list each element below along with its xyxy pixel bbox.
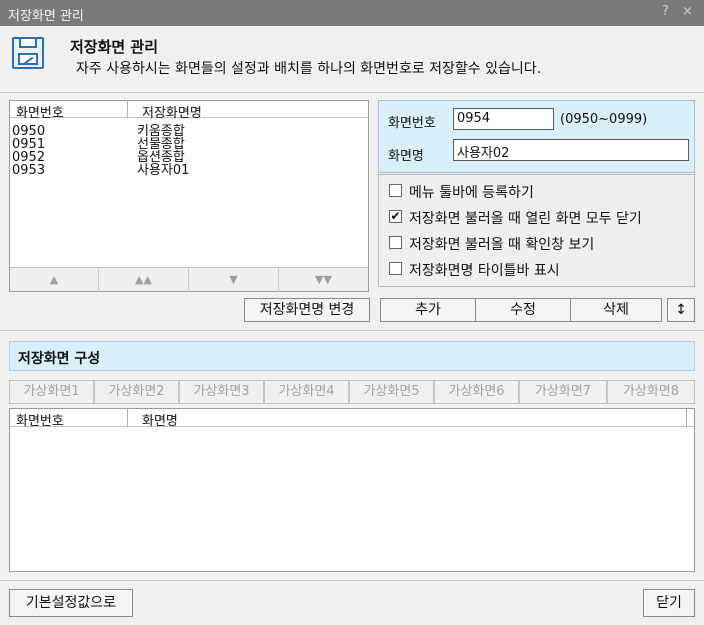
tab-virtual-screen-3[interactable]: 가상화면3 — [179, 380, 264, 404]
checkbox-checked[interactable]: ✔ — [389, 210, 402, 223]
list-item[interactable]: 0950 키움종합 — [10, 125, 368, 138]
screen-info-panel: 화면번호 0954 (0950~0999) 화면명 사용자02 — [378, 100, 695, 173]
close-icon[interactable]: × — [682, 4, 693, 19]
list-nav-bar: ▲ ▲▲ ▼ ▼▼ — [10, 267, 368, 292]
tab-virtual-screen-7[interactable]: 가상화면7 — [519, 380, 607, 404]
tab-virtual-screen-8[interactable]: 가상화면8 — [607, 380, 695, 404]
floppy-disk-icon — [12, 37, 44, 69]
move-top-button[interactable]: ▲▲ — [99, 268, 189, 292]
footer-divider — [0, 580, 704, 581]
delete-button[interactable]: 삭제 — [570, 298, 662, 322]
rename-button[interactable]: 저장화면명 변경 — [244, 298, 370, 322]
header-divider — [0, 92, 704, 93]
checkbox[interactable] — [389, 262, 402, 275]
screen-no-label: 화면번호 — [388, 116, 436, 131]
option-show-confirm[interactable]: 저장화면 불러올 때 확인창 보기 — [389, 233, 679, 253]
tab-virtual-screen-6[interactable]: 가상화면6 — [434, 380, 519, 404]
list-item-name: 사용자01 — [137, 163, 190, 178]
saved-screen-list[interactable]: 화면번호 저장화면명 0950 키움종합 0951 선물종합 0952 옵션종합… — [9, 100, 369, 292]
move-up-button[interactable]: ▲ — [10, 268, 99, 292]
options-panel: 메뉴 툴바에 등록하기 ✔ 저장화면 불러올 때 열린 화면 모두 닫기 저장화… — [378, 174, 695, 287]
move-bottom-button[interactable]: ▼▼ — [279, 268, 368, 292]
checkbox[interactable] — [389, 184, 402, 197]
tab-virtual-screen-4[interactable]: 가상화면4 — [264, 380, 349, 404]
header-title: 저장화면 관리 — [70, 38, 159, 56]
option-close-open-screens[interactable]: ✔ 저장화면 불러올 때 열린 화면 모두 닫기 — [389, 207, 679, 227]
header-description: 자주 사용하시는 화면들의 설정과 배치를 하나의 화면번호로 저장할수 있습니… — [76, 61, 542, 77]
grid-column-screen-no[interactable]: 화면번호 — [16, 410, 64, 429]
composition-title: 저장화면 구성 — [18, 351, 101, 367]
grid-header: 화면번호 화면명 — [10, 409, 694, 429]
list-header: 화면번호 저장화면명 — [10, 101, 368, 121]
screen-name-label: 화면명 — [388, 149, 424, 164]
screen-no-input[interactable]: 0954 — [453, 108, 554, 130]
list-item[interactable]: 0952 옵션종합 — [10, 151, 368, 164]
reset-defaults-button[interactable]: 기본설정값으로 — [9, 589, 133, 617]
grid-column-screen-name[interactable]: 화면명 — [142, 410, 178, 429]
column-header-screen-name[interactable]: 저장화면명 — [142, 102, 202, 121]
help-icon[interactable]: ? — [662, 4, 669, 19]
virtual-screen-tabs: 가상화면1 가상화면2 가상화면3 가상화면4 가상화면5 가상화면6 가상화면… — [9, 380, 695, 404]
screen-no-range-hint: (0950~0999) — [560, 112, 648, 127]
option-add-to-toolbar[interactable]: 메뉴 툴바에 등록하기 — [389, 181, 679, 201]
checkbox[interactable] — [389, 236, 402, 249]
close-button[interactable]: 닫기 — [643, 589, 695, 617]
composition-section-header: 저장화면 구성 — [9, 341, 695, 371]
option-label: 저장화면 불러올 때 열린 화면 모두 닫기 — [409, 211, 642, 227]
tab-virtual-screen-2[interactable]: 가상화면2 — [94, 380, 179, 404]
option-label: 메뉴 툴바에 등록하기 — [409, 185, 534, 201]
option-label: 저장화면 불러올 때 확인창 보기 — [409, 237, 595, 253]
option-show-titlebar-name[interactable]: 저장화면명 타이틀바 표시 — [389, 259, 679, 279]
move-down-button[interactable]: ▼ — [189, 268, 279, 292]
tab-virtual-screen-5[interactable]: 가상화면5 — [349, 380, 434, 404]
window-titlebar: 저장화면 관리 ? × — [0, 0, 704, 26]
list-item-no: 0953 — [12, 163, 46, 178]
list-item[interactable]: 0951 선물종합 — [10, 138, 368, 151]
list-item[interactable]: 0953 사용자01 — [10, 164, 368, 177]
add-button[interactable]: 추가 — [380, 298, 476, 322]
window-title: 저장화면 관리 — [8, 9, 84, 24]
reorder-button[interactable]: ↕ — [667, 298, 695, 322]
tab-virtual-screen-1[interactable]: 가상화면1 — [9, 380, 94, 404]
column-header-screen-no[interactable]: 화면번호 — [16, 102, 64, 121]
edit-button[interactable]: 수정 — [475, 298, 571, 322]
composition-grid[interactable]: 화면번호 화면명 — [9, 408, 695, 572]
screen-name-input[interactable]: 사용자02 — [453, 139, 689, 161]
section-divider — [0, 330, 704, 331]
option-label: 저장화면명 타이틀바 표시 — [409, 263, 560, 279]
